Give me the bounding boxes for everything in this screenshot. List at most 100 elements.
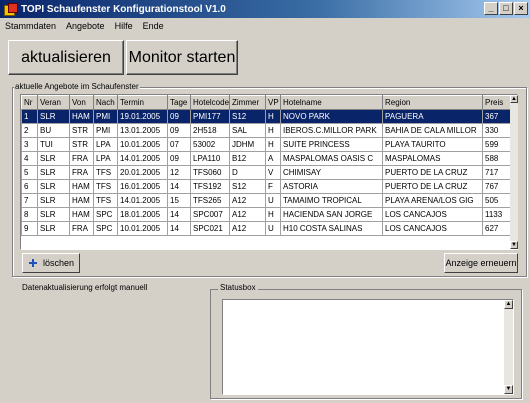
minimize-button[interactable]: _ [484,2,498,15]
table-cell: SLR [37,151,70,166]
scroll-up-arrow-icon[interactable]: ▲ [510,95,518,103]
table-cell: HAM [69,207,94,222]
table-cell: BAHIA DE CALA MILLOR [382,123,483,138]
close-button[interactable]: × [514,2,528,15]
menu-bar: Stammdaten Angebote Hilfe Ende [0,18,530,33]
table-cell: SPC007 [190,207,230,222]
table-cell: SLR [37,179,70,194]
table-cell: H10 COSTA SALINAS [280,221,383,236]
column-header[interactable]: Nr [21,95,38,110]
table-cell: 19.01.2005 [117,109,168,124]
table-cell: A12 [229,207,266,222]
table-cell: TFS265 [190,193,230,208]
table-cell: PAGUERA [382,109,483,124]
table-cell: H [265,137,281,152]
table-cell: 2H518 [190,123,230,138]
table-cell: 10.01.2005 [117,221,168,236]
table-cell: 18.01.2005 [117,207,168,222]
refresh-button[interactable]: aktualisieren [8,40,124,75]
table-cell: LPA [93,137,118,152]
table-cell: SPC [93,207,118,222]
table-cell: 4 [21,151,38,166]
table-cell: 53002 [190,137,230,152]
column-header[interactable]: Hotelname [280,95,383,110]
scroll-down-arrow-icon[interactable]: ▼ [504,385,513,394]
scroll-up-arrow-icon[interactable]: ▲ [504,300,513,309]
table-cell: SAL [229,123,266,138]
column-header[interactable]: VP [265,95,281,110]
table-cell: 2 [21,123,38,138]
table-cell: V [265,165,281,180]
table-cell: 8 [21,207,38,222]
scroll-down-arrow-icon[interactable]: ▼ [510,241,518,249]
table-row[interactable]: 7 SLR HAM TFS 14.01.2005 15 TFS265 A12 U TAMAIMO … [21,193,512,208]
table-cell: H [265,207,281,222]
table-row[interactable]: 4 SLR FRA LPA 14.01.2005 09 LPA110 B12 A MASPALOM… [21,151,512,166]
menu-ende[interactable]: Ende [142,21,165,31]
table-cell: 367 [482,109,512,124]
table-row[interactable]: 2 BU STR PMI 13.01.2005 09 2H518 SAL H IBEROS.C.M… [21,123,512,138]
table-cell: TFS [93,165,118,180]
table-cell: 14 [167,221,191,236]
table-row[interactable]: 5 SLR FRA TFS 20.01.2005 12 TFS060 D V CHIMISAY PU… [21,165,512,180]
table-cell: S12 [229,109,266,124]
offers-scrollbar[interactable]: ▲ ▼ [510,95,518,249]
delete-button[interactable]: löschen [22,253,80,273]
table-cell: MASPALOMAS OASIS C [280,151,383,166]
table-cell: SLR [37,165,70,180]
table-cell: 14.01.2005 [117,193,168,208]
table-row[interactable]: 3 TUI STR LPA 10.01.2005 07 53002 JDHM H SUITE PR… [21,137,512,152]
app-icon [3,2,18,16]
table-cell: 3 [21,137,38,152]
table-cell: 16.01.2005 [117,179,168,194]
table-row[interactable]: 1 SLR HAM PMI 19.01.2005 09 PMI177 S12 H NOVO PAR… [21,109,512,124]
table-cell: SLR [37,109,70,124]
table-cell: U [265,193,281,208]
table-cell: 627 [482,221,512,236]
table-cell: 1133 [482,207,512,222]
offers-group-label: aktuelle Angebote im Schaufenster [14,82,140,91]
table-row[interactable]: 6 SLR HAM TFS 16.01.2005 14 TFS192 S12 F ASTORIA P… [21,179,512,194]
table-cell: 20.01.2005 [117,165,168,180]
refresh-view-button[interactable]: Anzeige erneuern [444,253,518,273]
table-cell: TFS [93,179,118,194]
menu-hilfe[interactable]: Hilfe [114,21,134,31]
column-header[interactable]: Hotelcode [190,95,230,110]
table-row[interactable]: 9 SLR FRA SPC 10.01.2005 14 SPC021 A12 U H10 COST… [21,221,512,236]
table-cell: H [265,109,281,124]
table-cell: TFS060 [190,165,230,180]
table-cell: 09 [167,151,191,166]
table-cell: 7 [21,193,38,208]
column-header[interactable]: Tage [167,95,191,110]
table-cell: H [265,123,281,138]
menu-angebote[interactable]: Angebote [65,21,106,31]
column-header[interactable]: Veran [37,95,70,110]
monitor-start-button[interactable]: Monitor starten [126,40,238,75]
column-header[interactable]: Von [69,95,94,110]
table-cell: TFS [93,193,118,208]
offers-table: Nr Veran Von Nach Termin Tage Hotelcode … [20,94,518,250]
table-cell: PUERTO DE LA CRUZ [382,165,483,180]
table-cell: SPC021 [190,221,230,236]
column-header[interactable]: Termin [117,95,168,110]
table-cell: SPC [93,221,118,236]
column-header[interactable]: Preis [482,95,512,110]
table-row[interactable]: 8 SLR HAM SPC 18.01.2005 14 SPC007 A12 H HACIENDA… [21,207,512,222]
statusbox-scrollbar[interactable]: ▲ ▼ [504,300,513,394]
column-header[interactable]: Region [382,95,483,110]
menu-stammdaten[interactable]: Stammdaten [4,21,57,31]
table-cell: D [229,165,266,180]
statusbox-textarea[interactable] [222,299,514,395]
table-cell: 10.01.2005 [117,137,168,152]
column-header[interactable]: Nach [93,95,118,110]
column-header[interactable]: Zimmer [229,95,266,110]
table-cell: 14 [167,207,191,222]
maximize-button[interactable]: □ [499,2,513,15]
table-cell: 767 [482,179,512,194]
table-cell: LOS CANCAJOS [382,221,483,236]
table-cell: HAM [69,179,94,194]
table-cell: 9 [21,221,38,236]
table-cell: CHIMISAY [280,165,383,180]
window-title: TOPI Schaufenster Konfigurationstool V1.… [21,3,226,15]
table-cell: MASPALOMAS [382,151,483,166]
